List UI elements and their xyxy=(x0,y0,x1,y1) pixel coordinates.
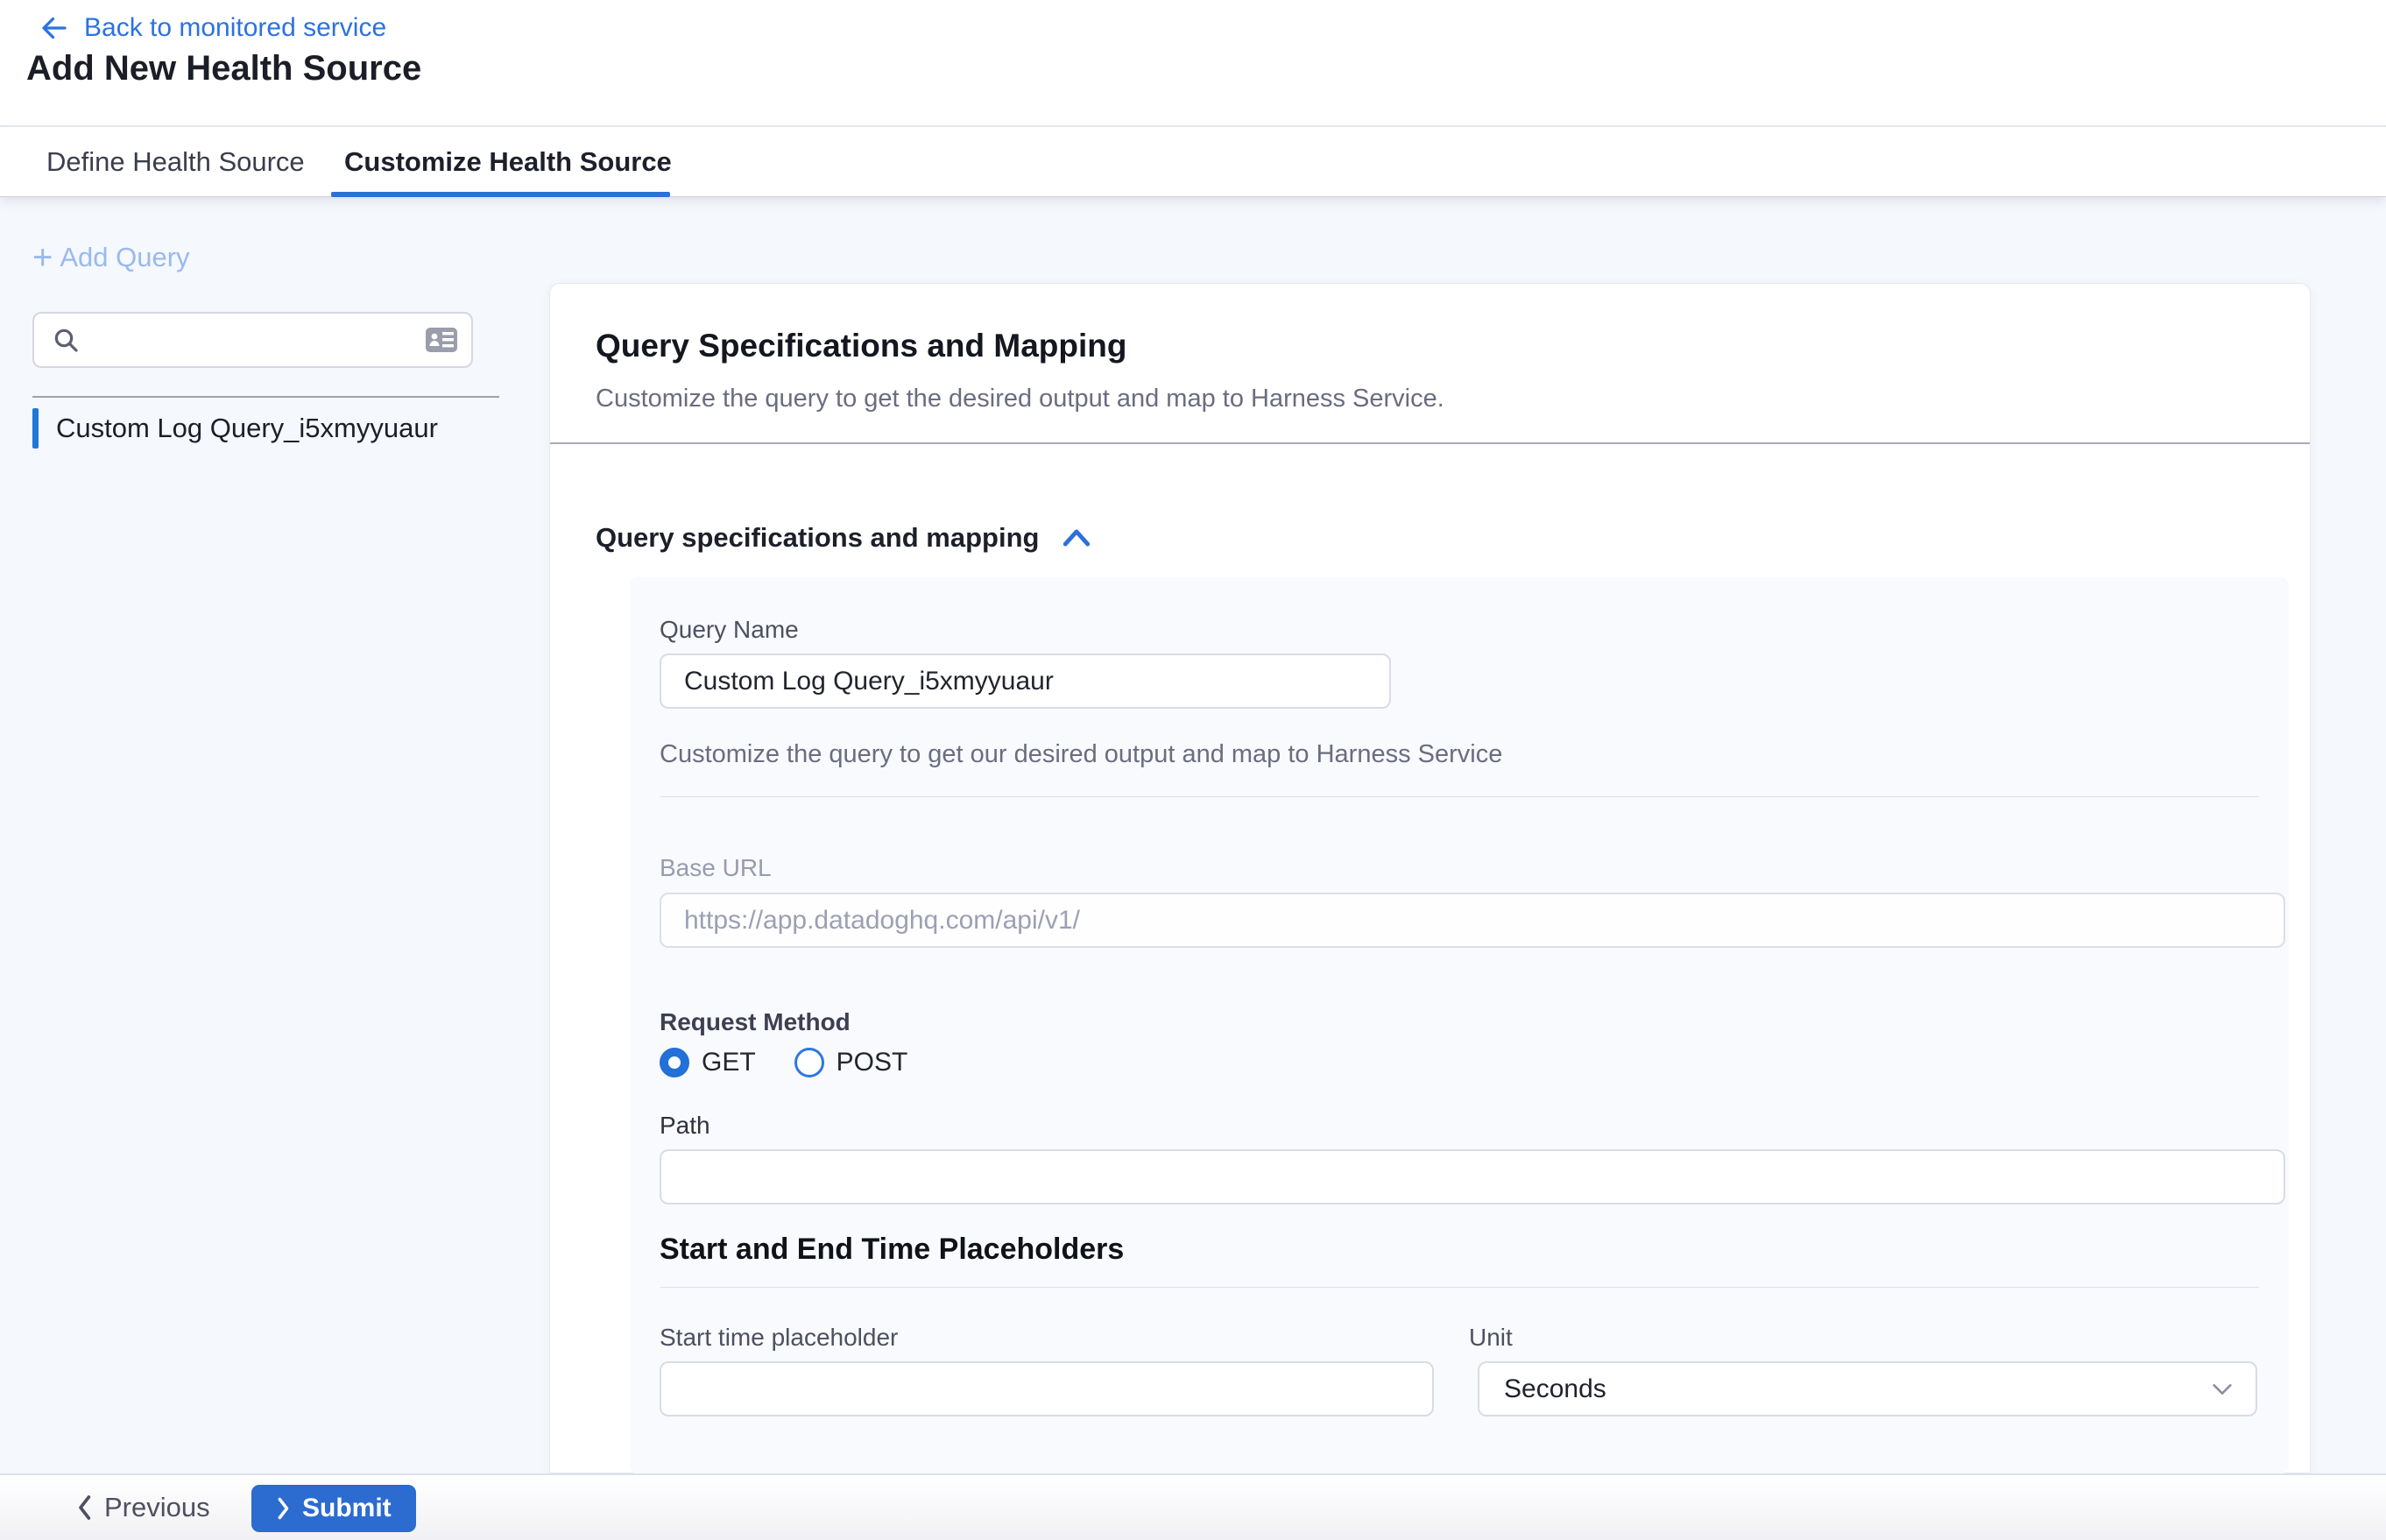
panel-subtitle: Customize the query to get the desired o… xyxy=(596,385,1444,413)
query-list-item-selected[interactable]: Custom Log Query_i5xmyyuaur xyxy=(32,406,499,450)
chevron-down-icon xyxy=(2210,1381,2234,1398)
arrow-left-icon xyxy=(39,12,70,44)
footer-bar: Previous Submit xyxy=(0,1473,2386,1540)
query-spec-collapse-header[interactable]: Query specifications and mapping xyxy=(596,522,1091,554)
add-query-label: Add Query xyxy=(60,242,189,273)
unit-select[interactable]: Seconds xyxy=(1478,1361,2257,1416)
radio-get-label[interactable]: GET xyxy=(702,1048,756,1077)
base-url-label: Base URL xyxy=(660,854,772,882)
plus-icon: + xyxy=(32,244,53,272)
tab-define-health-source[interactable]: Define Health Source xyxy=(46,127,305,196)
page-title: Add New Health Source xyxy=(26,49,421,88)
radio-post[interactable] xyxy=(794,1048,824,1077)
search-icon xyxy=(52,326,80,354)
query-name-helper-text: Customize the query to get our desired o… xyxy=(660,740,1502,769)
unit-selected-value: Seconds xyxy=(1504,1374,2210,1404)
active-tab-underline xyxy=(331,192,670,197)
tab-bar: Define Health Source Customize Health So… xyxy=(0,125,2386,197)
unit-label: Unit xyxy=(1469,1324,1513,1352)
submit-button[interactable]: Submit xyxy=(251,1485,416,1532)
chevron-left-icon xyxy=(74,1494,94,1522)
time-placeholders-heading: Start and End Time Placeholders xyxy=(660,1233,1124,1267)
add-query-button[interactable]: + Add Query xyxy=(32,242,190,273)
radio-get[interactable] xyxy=(660,1048,689,1077)
time-placeholders-divider xyxy=(660,1287,2259,1288)
submit-label: Submit xyxy=(302,1494,392,1523)
query-search-box xyxy=(32,312,473,368)
page-header: Back to monitored service Add New Health… xyxy=(0,0,2386,125)
query-mapping-panel: Query Specifications and Mapping Customi… xyxy=(549,283,2311,1473)
chevron-right-icon xyxy=(276,1496,292,1521)
path-label: Path xyxy=(660,1112,710,1140)
path-input[interactable] xyxy=(660,1149,2285,1204)
previous-label: Previous xyxy=(104,1492,210,1523)
previous-button[interactable]: Previous xyxy=(74,1475,210,1540)
selected-query-indicator-bar xyxy=(32,408,39,449)
request-method-radio-group: GET POST xyxy=(660,1045,907,1080)
back-to-monitored-service-link[interactable]: Back to monitored service xyxy=(39,12,386,44)
card-view-toggle-icon[interactable] xyxy=(424,325,459,355)
panel-header-divider xyxy=(550,442,2310,444)
radio-post-label[interactable]: POST xyxy=(837,1048,908,1077)
back-link-label: Back to monitored service xyxy=(84,13,386,43)
sidebar-divider xyxy=(32,396,499,398)
start-time-input[interactable] xyxy=(660,1361,1434,1416)
request-method-label: Request Method xyxy=(660,1008,851,1036)
query-spec-card: Query Name Customize the query to get ou… xyxy=(630,577,2289,1474)
form-divider xyxy=(660,796,2259,797)
chevron-up-icon[interactable] xyxy=(1062,527,1091,548)
panel-title: Query Specifications and Mapping xyxy=(596,328,1127,364)
query-search-input[interactable] xyxy=(92,325,424,356)
query-name-label: Query Name xyxy=(660,616,799,644)
base-url-input[interactable] xyxy=(660,893,2285,948)
query-name-input[interactable] xyxy=(660,653,1391,709)
query-item-label: Custom Log Query_i5xmyyuaur xyxy=(56,413,438,444)
start-time-label: Start time placeholder xyxy=(660,1324,898,1352)
tab-customize-health-source[interactable]: Customize Health Source xyxy=(344,127,672,196)
collapse-header-label: Query specifications and mapping xyxy=(596,522,1039,554)
